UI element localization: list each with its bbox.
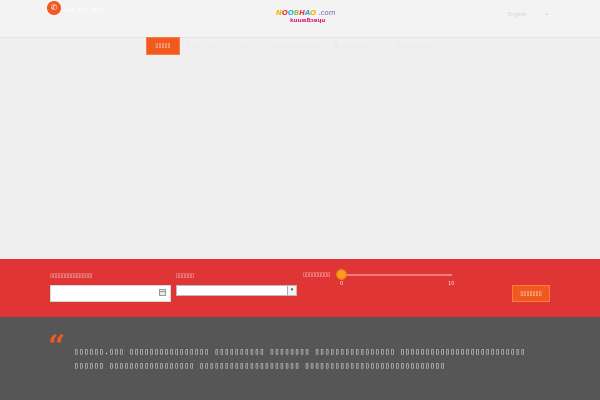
phone-number[interactable]: +84 123 4567 bbox=[64, 8, 104, 14]
price-min: 0 bbox=[340, 281, 344, 287]
destination-select[interactable]: ▾ bbox=[176, 285, 297, 296]
select-label: ▯▯▯▯▯▯ bbox=[176, 273, 195, 279]
quote-icon: “ bbox=[48, 329, 66, 364]
site-logo[interactable]: NOOBHAO .com kuuʍƃɔɐɥu bbox=[276, 9, 336, 26]
quote-line-2: ▯▯▯▯▯▯ ▯▯▯▯▯▯▯▯▯▯▯▯▯▯▯▯▯ ▯▯▯▯▯▯▯▯▯▯▯▯▯▯▯… bbox=[74, 361, 446, 370]
date-input[interactable] bbox=[50, 285, 171, 302]
nav-item-label: ▯▯▯▯▯▯▯▯▯▯ bbox=[340, 43, 372, 49]
logo-top-text: NOOBHAO .com bbox=[276, 9, 336, 17]
search-icon: ⚲ bbox=[396, 43, 401, 49]
nav-item-search[interactable]: ⚲ ▯▯▯▯▯▯▯▯▯▯▯▯ bbox=[396, 37, 438, 55]
building-icon: ▦ bbox=[334, 43, 340, 49]
nav-item-4[interactable]: ▯▯▯▯▯▯▯▯▯▯▯▯▯▯▯▯▯▯ bbox=[266, 37, 320, 55]
date-label: ▯▯▯▯▯▯▯▯▯▯▯▯▯▯ bbox=[50, 273, 93, 279]
price-label: ▯▯▯▯▯▯▯▯▯ bbox=[303, 272, 331, 278]
quote-line-1: ▯▯▯▯▯▯.▯▯▯ ▯▯▯▯▯▯▯▯▯▯▯▯▯▯▯▯ ▯▯▯▯▯▯▯▯▯▯ ▯… bbox=[74, 347, 526, 356]
nav-item-home[interactable]: ▯▯▯▯▯ bbox=[146, 37, 180, 55]
price-slider-track[interactable] bbox=[342, 274, 452, 276]
nav-item-label: ▯▯▯▯▯ bbox=[155, 43, 171, 49]
nav-item-label: ▯▯▯ bbox=[240, 43, 250, 49]
site-header: ✆ +84 123 4567 NOOBHAO .com kuuʍƃɔɐɥu En… bbox=[0, 0, 600, 38]
hero-banner bbox=[0, 56, 600, 259]
logo-bottom-text: kuuʍƃɔɐɥu bbox=[290, 18, 326, 24]
testimonial-section bbox=[0, 317, 600, 400]
calendar-icon[interactable] bbox=[159, 289, 166, 296]
chevron-down-icon[interactable]: ▾ bbox=[287, 286, 296, 295]
plane-icon: ✈ bbox=[186, 43, 191, 49]
search-button[interactable]: ▯▯▯▯▯▯▯ bbox=[512, 285, 550, 302]
nav-item-3[interactable]: ▯▯▯ bbox=[240, 37, 249, 55]
nav-item-label: ▯▯▯▯▯▯▯▯▯▯▯▯ bbox=[401, 43, 439, 49]
language-selector[interactable]: English bbox=[508, 12, 526, 18]
nav-item-flights[interactable]: ✈ ▯▯▯▯▯▯▯▯▯ bbox=[186, 37, 220, 55]
price-max: 10 bbox=[448, 281, 455, 287]
nav-item-hotels[interactable]: ▦ ▯▯▯▯▯▯▯▯▯▯ bbox=[334, 37, 371, 55]
price-slider-handle[interactable] bbox=[336, 269, 347, 280]
phone-icon[interactable]: ✆ bbox=[47, 1, 61, 15]
chevron-down-icon[interactable]: ⌄ bbox=[544, 10, 549, 17]
nav-item-label: ▯▯▯▯▯▯▯▯▯ bbox=[192, 43, 220, 49]
main-nav: ▯▯▯▯▯ ✈ ▯▯▯▯▯▯▯▯▯ ▯▯▯ ▯▯▯▯▯▯▯▯▯▯▯▯▯▯▯▯▯▯… bbox=[0, 37, 600, 55]
nav-item-label: ▯▯▯▯▯▯▯▯▯▯▯▯▯▯▯▯▯▯ bbox=[266, 43, 321, 49]
